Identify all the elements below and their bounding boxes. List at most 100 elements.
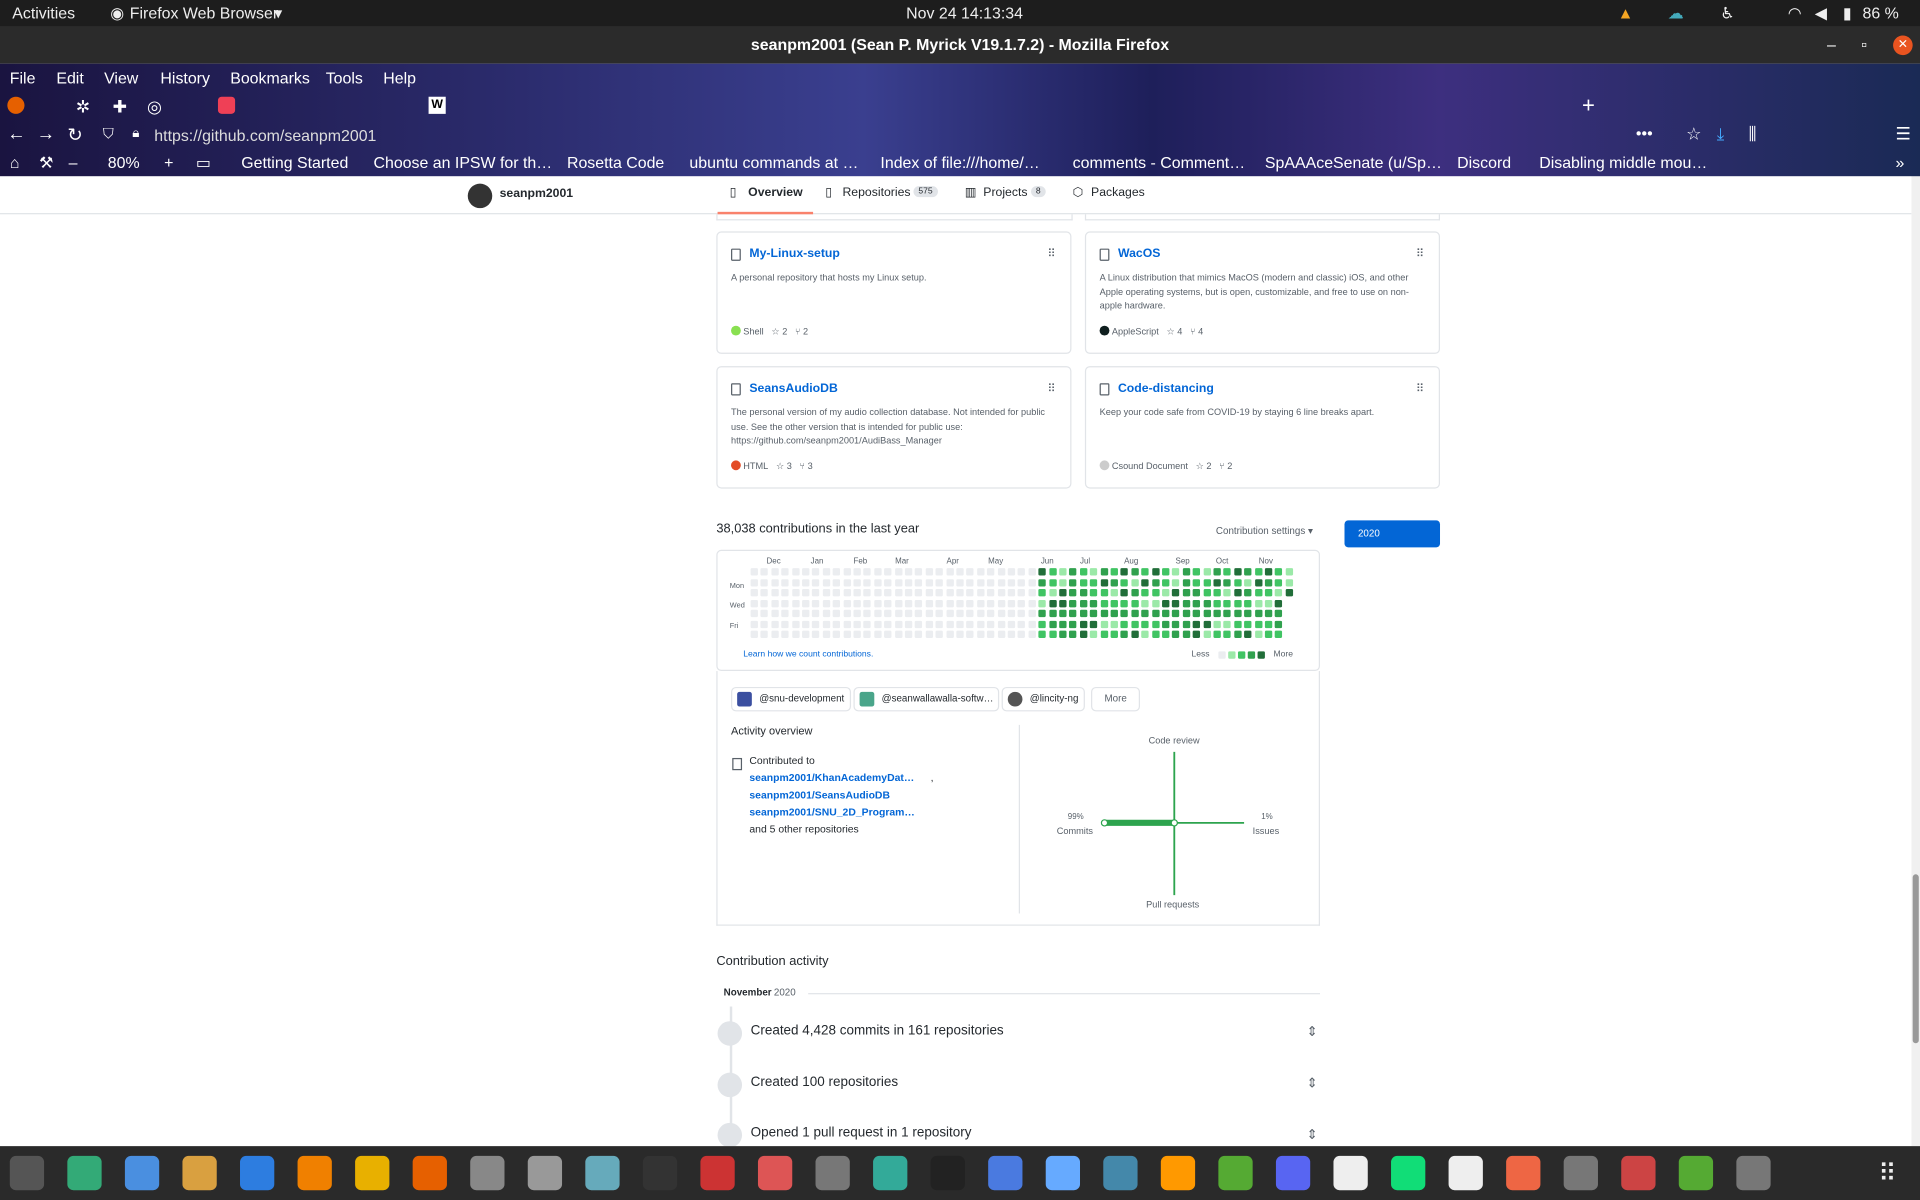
contributed-repo-link[interactable]: seanpm2001/SeansAudioDB <box>749 789 890 801</box>
dock-app-icon[interactable] <box>873 1155 908 1191</box>
contribution-cell[interactable] <box>1120 568 1129 576</box>
contribution-cell[interactable] <box>987 630 995 638</box>
contribution-cell[interactable] <box>1234 630 1242 638</box>
contribution-cell[interactable] <box>750 568 758 576</box>
contribution-cell[interactable] <box>1007 630 1016 638</box>
contribution-cell[interactable] <box>1007 568 1016 576</box>
contribution-cell[interactable] <box>1038 609 1046 618</box>
pocket-icon[interactable] <box>217 96 236 114</box>
avatar[interactable] <box>467 183 493 209</box>
contribution-cell[interactable] <box>946 578 954 586</box>
contribution-cell[interactable] <box>925 599 933 607</box>
contribution-cell[interactable] <box>1090 588 1098 597</box>
contribution-cell[interactable] <box>791 620 800 628</box>
contribution-cell[interactable] <box>1162 568 1170 576</box>
contribution-cell[interactable] <box>760 609 769 618</box>
contribution-cell[interactable] <box>1090 578 1098 586</box>
contribution-cell[interactable] <box>1131 620 1139 628</box>
contribution-cell[interactable] <box>925 630 933 638</box>
dock-app-icon[interactable] <box>1448 1155 1483 1191</box>
contribution-cell[interactable] <box>1110 588 1118 597</box>
contribution-cell[interactable] <box>802 609 810 618</box>
contribution-cell[interactable] <box>832 609 841 618</box>
contribution-cell[interactable] <box>946 568 954 576</box>
contribution-cell[interactable] <box>863 620 872 628</box>
contribution-cell[interactable] <box>904 630 913 638</box>
contribution-cell[interactable] <box>976 609 985 618</box>
contribution-cell[interactable] <box>1264 599 1273 607</box>
contribution-cell[interactable] <box>1120 599 1129 607</box>
contribution-cell[interactable] <box>884 630 892 638</box>
contribution-cell[interactable] <box>874 588 882 597</box>
contribution-cell[interactable] <box>1100 599 1108 607</box>
expand-icon[interactable]: ⇕ <box>1307 1075 1318 1091</box>
contribution-cell[interactable] <box>997 588 1005 597</box>
contribution-cell[interactable] <box>1213 588 1221 597</box>
contribution-cell[interactable] <box>1110 609 1118 618</box>
contribution-cell[interactable] <box>1151 578 1160 586</box>
contribution-cell[interactable] <box>1131 609 1139 618</box>
repo-stars[interactable]: 4 <box>1177 326 1182 337</box>
download-icon[interactable]: ⤓ <box>1717 124 1725 145</box>
contribution-cell[interactable] <box>1223 630 1232 638</box>
contribution-cell[interactable] <box>863 599 872 607</box>
contribution-cell[interactable] <box>1244 588 1252 597</box>
contribution-cell[interactable] <box>771 620 779 628</box>
contribution-cell[interactable] <box>1182 568 1190 576</box>
contribution-cell[interactable] <box>1264 620 1273 628</box>
contribution-cell[interactable] <box>1110 630 1118 638</box>
repo-forks[interactable]: 4 <box>1198 326 1203 337</box>
contribution-cell[interactable] <box>1131 568 1139 576</box>
contribution-cell[interactable] <box>1285 578 1293 586</box>
contribution-cell[interactable] <box>1048 630 1057 638</box>
contribution-cell[interactable] <box>966 568 974 576</box>
contribution-cell[interactable] <box>894 588 902 597</box>
contribution-cell[interactable] <box>812 609 820 618</box>
contribution-cell[interactable] <box>771 588 779 597</box>
contribution-cell[interactable] <box>1131 630 1139 638</box>
contribution-cell[interactable] <box>1172 578 1180 586</box>
contribution-cell[interactable] <box>1110 578 1118 586</box>
contribution-cell[interactable] <box>894 599 902 607</box>
contribution-cell[interactable] <box>1059 588 1067 597</box>
contribution-cell[interactable] <box>1141 588 1149 597</box>
contribution-cell[interactable] <box>781 609 789 618</box>
contribution-cell[interactable] <box>853 620 861 628</box>
contribution-cell[interactable] <box>894 630 902 638</box>
contribution-cell[interactable] <box>750 630 758 638</box>
dock-app-icon[interactable] <box>527 1155 563 1191</box>
contribution-cell[interactable] <box>1162 630 1170 638</box>
contribution-cell[interactable] <box>1172 620 1180 628</box>
contribution-cell[interactable] <box>976 568 985 576</box>
contribution-cell[interactable] <box>884 609 892 618</box>
contribution-cell[interactable] <box>976 630 985 638</box>
contribution-cell[interactable] <box>1182 588 1190 597</box>
contribution-cell[interactable] <box>1048 599 1057 607</box>
contribution-cell[interactable] <box>956 568 964 576</box>
menu-file[interactable]: File <box>10 69 36 87</box>
contribution-cell[interactable] <box>1079 568 1088 576</box>
contribution-cell[interactable] <box>1141 599 1149 607</box>
org-filter-seanwallawalla[interactable]: @seanwallawalla-softw… <box>853 686 1000 712</box>
contribution-cell[interactable] <box>935 620 944 628</box>
contribution-cell[interactable] <box>1275 578 1283 586</box>
contribution-cell[interactable] <box>1203 588 1211 597</box>
contribution-cell[interactable] <box>904 599 913 607</box>
contribution-cell[interactable] <box>915 609 923 618</box>
contribution-cell[interactable] <box>1285 568 1293 576</box>
contribution-cell[interactable] <box>1213 568 1221 576</box>
bookmark-ipsw[interactable]: Choose an IPSW for th… <box>373 153 552 171</box>
new-tab-icon[interactable]: + <box>1582 93 1595 119</box>
contribution-cell[interactable] <box>1028 630 1036 638</box>
close-icon[interactable]: ✕ <box>1893 35 1913 56</box>
contribution-settings-dropdown[interactable]: Contribution settings ▾ <box>1216 525 1313 536</box>
menu-view[interactable]: View <box>104 69 138 87</box>
contribution-cell[interactable] <box>863 609 872 618</box>
contribution-cell[interactable] <box>1048 588 1057 597</box>
contribution-cell[interactable] <box>935 609 944 618</box>
dock-app-icon[interactable] <box>297 1155 332 1191</box>
contribution-cell[interactable] <box>935 630 944 638</box>
contribution-cell[interactable] <box>771 578 779 586</box>
contribution-cell[interactable] <box>843 578 851 586</box>
contribution-cell[interactable] <box>1234 599 1242 607</box>
